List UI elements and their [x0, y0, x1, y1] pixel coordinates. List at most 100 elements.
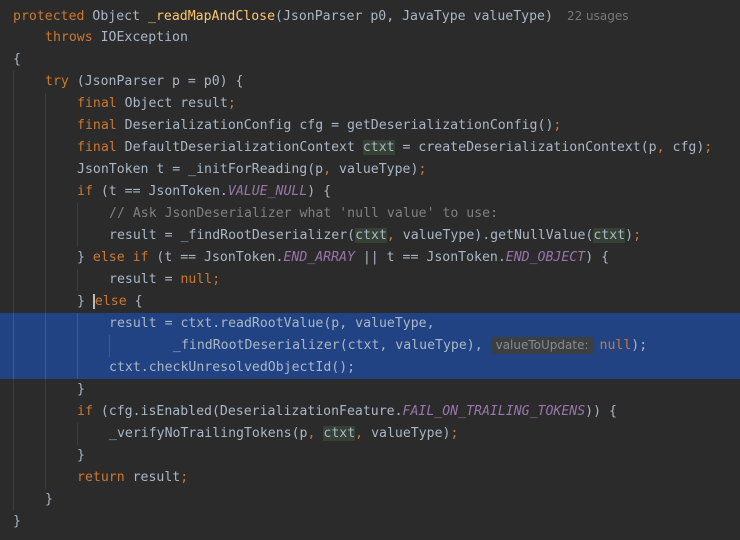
- code-text: } else if (t == JsonToken.END_ARRAY || t…: [77, 247, 609, 269]
- code-token: valueType): [363, 426, 451, 441]
- code-token: if: [77, 404, 93, 419]
- indent-guide: [45, 203, 46, 225]
- code-line[interactable]: return result;: [0, 467, 740, 489]
- code-token: result =: [109, 272, 181, 287]
- indent-guide: [13, 313, 14, 335]
- code-line[interactable]: protected Object _readMapAndClose(JsonPa…: [0, 5, 740, 27]
- code-line[interactable]: final DefaultDeserializationContext ctxt…: [0, 137, 740, 159]
- code-text: result = ctxt.readRootValue(p, valueType…: [109, 313, 435, 335]
- code-line[interactable]: }: [0, 445, 740, 467]
- code-line[interactable]: if (cfg.isEnabled(DeserializationFeature…: [0, 401, 740, 423]
- code-line[interactable]: final DeserializationConfig cfg = getDes…: [0, 115, 740, 137]
- code-token: ctxt: [323, 426, 356, 441]
- code-token: END_OBJECT: [505, 250, 586, 265]
- code-token: ,: [323, 162, 332, 177]
- code-token: DefaultDeserializationContext: [116, 140, 363, 155]
- parameter-hint: valueToUpdate:: [490, 337, 594, 354]
- code-text: }: [77, 379, 85, 401]
- code-token: ) {: [585, 250, 610, 265]
- indent-guide: [13, 401, 14, 423]
- code-token: JsonToken t = _initForReading(p: [77, 162, 324, 177]
- indent-guide: [13, 247, 14, 269]
- code-token: (cfg.isEnabled(DeserializationFeature.: [92, 404, 403, 419]
- code-token: IOException: [92, 30, 188, 45]
- code-token: END_ARRAY: [283, 250, 355, 265]
- code-line[interactable]: _findRootDeserializer(ctxt, valueType), …: [0, 335, 740, 357]
- code-token: (JsonParser p = p0) {: [68, 74, 244, 89]
- code-text: }: [45, 489, 53, 511]
- indent-guide: [77, 203, 78, 225]
- code-token: ;: [704, 140, 713, 155]
- code-token: = createDeserializationContext(p: [394, 140, 657, 155]
- code-line[interactable]: }: [0, 379, 740, 401]
- code-line[interactable]: throws IOException: [0, 27, 740, 49]
- indent-guide: [13, 137, 14, 159]
- code-token: ;: [633, 228, 642, 243]
- code-line[interactable]: result = null;: [0, 269, 740, 291]
- code-token: }: [45, 492, 53, 507]
- code-text: final Object result;: [77, 93, 236, 115]
- code-line[interactable]: _verifyNoTrailingTokens(p, ctxt, valueTy…: [0, 423, 740, 445]
- code-editor[interactable]: protected Object _readMapAndClose(JsonPa…: [0, 0, 740, 540]
- indent-guide: [13, 357, 14, 379]
- code-token: final: [77, 96, 117, 111]
- code-token: || t == JsonToken.: [354, 250, 506, 265]
- indent-guide: [45, 467, 46, 489]
- code-token: ;: [227, 96, 236, 111]
- code-token: }: [77, 250, 93, 265]
- code-token: Object result: [116, 96, 228, 111]
- indent-guide: [13, 181, 14, 203]
- code-token: ;: [418, 162, 427, 177]
- code-text: _verifyNoTrailingTokens(p, ctxt, valueTy…: [109, 423, 458, 445]
- code-line[interactable]: } else {: [0, 291, 740, 313]
- code-line[interactable]: // Ask JsonDeserializer what 'null value…: [0, 203, 740, 225]
- code-token: VALUE_NULL: [227, 184, 308, 199]
- code-token: Object: [84, 9, 148, 24]
- code-line[interactable]: JsonToken t = _initForReading(p, valueTy…: [0, 159, 740, 181]
- indent-guide: [13, 225, 14, 247]
- code-token: ;: [180, 470, 189, 485]
- code-token: null;: [180, 272, 221, 287]
- code-text: final DeserializationConfig cfg = getDes…: [77, 115, 561, 137]
- indent-guide: [45, 445, 46, 467]
- code-token: result: [124, 470, 181, 485]
- indent-guide: [13, 379, 14, 401]
- indent-guide: [13, 269, 14, 291]
- code-token: ctxt: [355, 228, 387, 243]
- code-text: }: [77, 445, 85, 467]
- code-line[interactable]: {: [0, 49, 740, 71]
- indent-guide: [77, 357, 78, 379]
- code-text: } else {: [77, 291, 143, 313]
- usages-count[interactable]: 22 usages: [567, 9, 629, 23]
- indent-guide: [45, 93, 46, 115]
- code-token: {: [126, 294, 143, 309]
- code-text: throws IOException: [45, 27, 188, 49]
- code-token: );: [631, 338, 648, 353]
- code-line[interactable]: } else if (t == JsonToken.END_ARRAY || t…: [0, 247, 740, 269]
- indent-guide: [13, 159, 14, 181]
- code-line[interactable]: try (JsonParser p = p0) {: [0, 71, 740, 93]
- code-token: cfg): [664, 140, 705, 155]
- code-token: ): [625, 228, 634, 243]
- indent-guide: [45, 313, 46, 335]
- indent-guide: [45, 269, 46, 291]
- indent-guide: [13, 423, 14, 445]
- code-text: // Ask JsonDeserializer what 'null value…: [109, 203, 498, 225]
- code-token: ) {: [307, 184, 332, 199]
- code-line[interactable]: result = _findRootDeserializer(ctxt, val…: [0, 225, 740, 247]
- code-token: return: [77, 470, 125, 485]
- code-token: ,: [386, 228, 395, 243]
- code-token: try: [45, 74, 69, 89]
- code-line[interactable]: ctxt.checkUnresolvedObjectId();: [0, 357, 740, 379]
- code-token: ctxt: [362, 140, 395, 155]
- code-line[interactable]: result = ctxt.readRootValue(p, valueType…: [0, 313, 740, 335]
- code-token: valueType).getNullValue(: [394, 228, 594, 243]
- code-text: ctxt.checkUnresolvedObjectId();: [109, 357, 355, 379]
- code-line[interactable]: final Object result;: [0, 93, 740, 115]
- code-line[interactable]: }: [0, 511, 740, 533]
- code-token: null: [599, 338, 632, 353]
- code-text: if (t == JsonToken.VALUE_NULL) {: [77, 181, 331, 203]
- code-line[interactable]: if (t == JsonToken.VALUE_NULL) {: [0, 181, 740, 203]
- indent-guide: [77, 423, 78, 445]
- code-line[interactable]: }: [0, 489, 740, 511]
